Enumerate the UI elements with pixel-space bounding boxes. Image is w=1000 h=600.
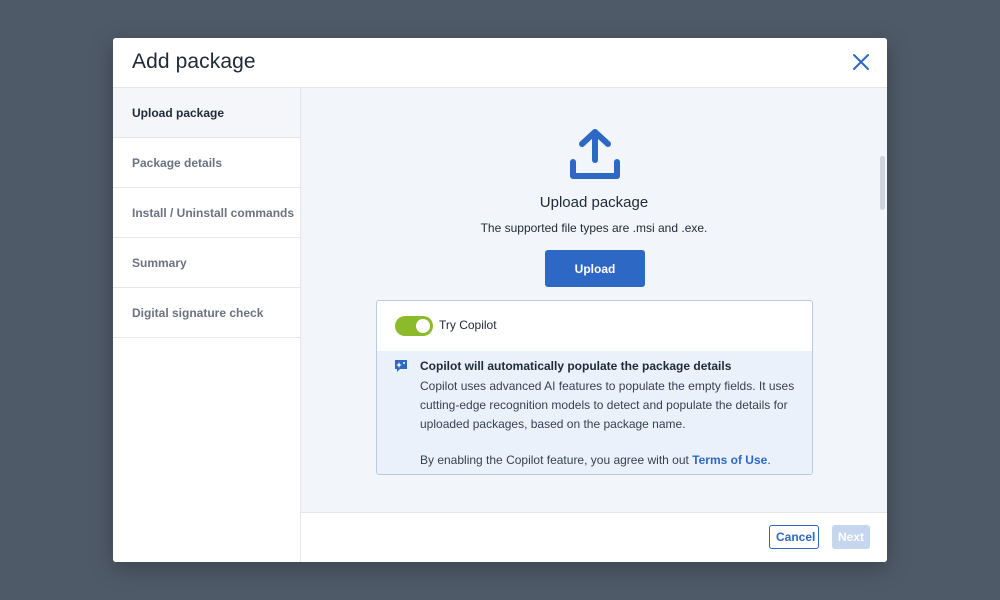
step-upload-package[interactable]: Upload package: [113, 88, 300, 138]
terms-of-use-link[interactable]: Terms of Use: [692, 453, 767, 467]
steps-sidebar: Upload package Package details Install /…: [113, 88, 301, 562]
next-button[interactable]: Next: [832, 525, 870, 549]
step-label: Upload package: [132, 105, 225, 120]
copilot-info-title: Copilot will automatically populate the …: [420, 359, 732, 373]
close-button[interactable]: [849, 50, 873, 74]
step-digital-signature-check[interactable]: Digital signature check: [113, 288, 300, 338]
upload-icon: [570, 129, 620, 179]
copilot-card: Try Copilot Copilot will automatically p…: [376, 300, 813, 475]
supported-file-types-text: The supported file types are .msi and .e…: [480, 221, 708, 235]
copilot-toggle[interactable]: [395, 316, 433, 336]
upload-panel: Upload package The supported file types …: [301, 88, 887, 512]
add-package-dialog: Add package Upload package Package detai…: [113, 38, 887, 562]
copilot-toggle-label: Try Copilot: [439, 318, 497, 332]
cancel-button[interactable]: Cancel: [769, 525, 819, 549]
upload-title: Upload package: [539, 194, 649, 211]
step-package-details[interactable]: Package details: [113, 138, 300, 188]
dialog-header: Add package: [113, 38, 887, 88]
upload-button[interactable]: Upload: [545, 250, 645, 287]
step-label: Summary: [132, 255, 187, 270]
step-label: Digital signature check: [132, 305, 264, 320]
copilot-info-box: Copilot will automatically populate the …: [377, 351, 812, 474]
toggle-knob: [416, 319, 430, 333]
step-label: Package details: [132, 155, 223, 170]
dialog-title: Add package: [132, 50, 256, 73]
dialog-footer: Cancel Next: [301, 512, 887, 562]
copilot-toggle-row: Try Copilot: [377, 301, 812, 351]
copilot-info-body: Copilot uses advanced AI features to pop…: [420, 379, 795, 431]
copilot-chat-icon: [395, 360, 407, 372]
agreement-suffix: .: [767, 453, 771, 467]
step-label: Install / Uninstall commands: [132, 205, 295, 220]
close-icon: [853, 54, 869, 70]
step-install-uninstall-commands[interactable]: Install / Uninstall commands: [113, 188, 300, 238]
step-summary[interactable]: Summary: [113, 238, 300, 288]
copilot-agreement-text: By enabling the Copilot feature, you agr…: [420, 453, 771, 467]
agreement-text: By enabling the Copilot feature, you agr…: [420, 453, 693, 467]
